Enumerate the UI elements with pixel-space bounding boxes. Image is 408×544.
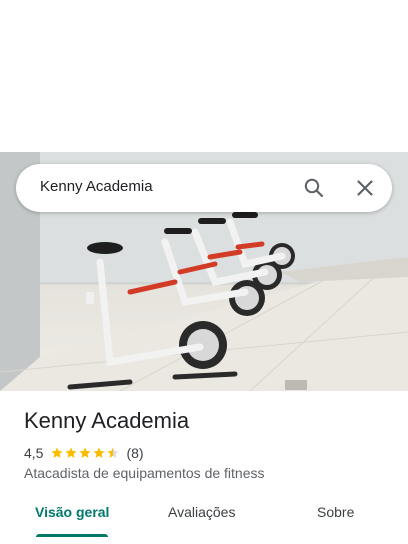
review-count[interactable]: (8) xyxy=(126,445,143,461)
star-rating xyxy=(50,446,120,460)
place-category[interactable]: Atacadista de equipamentos de fitness xyxy=(24,465,265,481)
tab-about[interactable]: Sobre xyxy=(317,504,354,520)
rating-row[interactable]: 4,5 (8) xyxy=(24,444,144,462)
search-input[interactable]: Kenny Academia xyxy=(40,178,153,195)
star-full-icon xyxy=(51,447,64,458)
rating-value: 4,5 xyxy=(24,445,44,461)
active-tab-indicator xyxy=(36,534,108,537)
close-icon[interactable] xyxy=(353,176,377,200)
star-half-icon xyxy=(107,447,120,458)
star-full-icon xyxy=(93,447,106,458)
tab-overview[interactable]: Visão geral xyxy=(35,504,109,520)
star-full-icon xyxy=(79,447,92,458)
place-title: Kenny Academia xyxy=(24,408,190,433)
tab-bar: Visão geral Avaliações Sobre xyxy=(0,496,408,536)
place-panel: Kenny Academia Kenny Academia 4,5 (8) At… xyxy=(0,0,408,544)
search-icon[interactable] xyxy=(302,176,326,200)
tab-reviews[interactable]: Avaliações xyxy=(168,504,235,520)
search-box[interactable]: Kenny Academia xyxy=(16,164,392,212)
star-full-icon xyxy=(65,447,78,458)
